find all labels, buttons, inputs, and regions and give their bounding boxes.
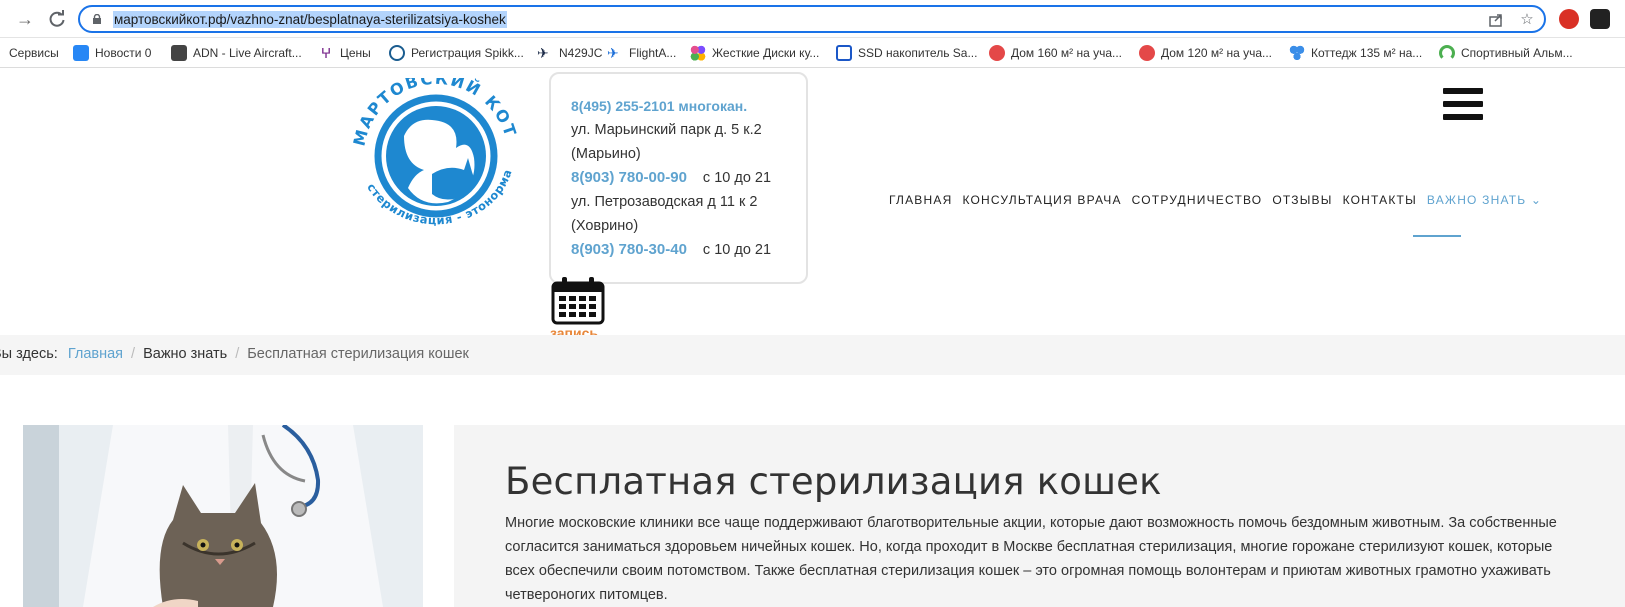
breadcrumb-current: Бесплатная стерилизация кошек <box>247 346 469 362</box>
phone-khovrino[interactable]: 8(903) 780-30-40 <box>571 241 687 258</box>
hamburger-menu-icon[interactable] <box>1443 88 1483 122</box>
article-line: четвероногих питомцев. <box>505 587 668 603</box>
contacts-card: 8(495) 255-2101 многокан. ул. Марьинский… <box>549 72 808 284</box>
vk-icon <box>73 45 89 61</box>
branch-icon: ⵖ <box>320 45 332 61</box>
hours-khovrino: с 10 до 21 <box>702 242 772 258</box>
share-icon[interactable] <box>1486 10 1506 30</box>
article-paragraph: Многие московские клиники все чаще подде… <box>505 511 1625 607</box>
bookmark-services[interactable]: Сервисы <box>9 45 59 61</box>
address-bar[interactable]: мартовскийкот.рф/vazhno-znat/besplatnaya… <box>78 5 1546 33</box>
menu-item-contacts[interactable]: КОНТАКТЫ <box>1343 193 1417 207</box>
bookmark-adn[interactable]: ADN - Live Aircraft... <box>171 45 302 61</box>
breadcrumb-home[interactable]: Главная <box>68 346 123 362</box>
globe-icon <box>389 45 405 61</box>
bookmark-ssd[interactable]: SSD накопитель Sa... <box>836 45 977 61</box>
article-card: Бесплатная стерилизация кошек Многие мос… <box>454 425 1625 607</box>
extension-hand-icon[interactable] <box>1559 9 1579 29</box>
red-circle-icon <box>989 45 1005 61</box>
article-line: Многие московские клиники все чаще подде… <box>505 515 1557 531</box>
dots-icon <box>690 45 706 61</box>
breadcrumb-separator: / <box>131 346 136 362</box>
forward-arrow-icon[interactable]: → <box>14 8 36 30</box>
bookmark-cottage[interactable]: Коттедж 135 м² на... <box>1289 45 1422 61</box>
plane-icon: ✈ <box>537 45 549 61</box>
bookmark-house-160[interactable]: Дом 160 м² на уча... <box>989 45 1122 61</box>
menu-item-important[interactable]: ВАЖНО ЗНАТЬ ⌄ <box>1427 193 1542 207</box>
menu-item-consultation[interactable]: КОНСУЛЬТАЦИЯ ВРАЧА <box>962 193 1121 207</box>
article-title: Бесплатная стерилизация кошек <box>505 460 1162 503</box>
arc-icon <box>1439 45 1455 61</box>
article-photo <box>23 425 423 607</box>
article-line: согласится заниматься здоровьем ничейных… <box>505 539 1553 555</box>
district-khovrino: (Ховрино) <box>571 218 639 234</box>
breadcrumb: Вы здесь: Главная / Важно знать / Бесплатная… <box>0 335 1625 375</box>
bookmarks-bar: Сервисы Новости 0 ADN - Live Aircraft...… <box>0 38 1625 68</box>
menu-item-home[interactable]: ГЛАВНАЯ <box>889 193 952 207</box>
bookmark-hdd[interactable]: Жесткие Диски ку... <box>690 45 819 61</box>
article-line: всех обеспечили своим потомством. Также … <box>505 563 1551 579</box>
bookmark-star-icon[interactable]: ☆ <box>1517 10 1537 30</box>
bookmark-vk-news[interactable]: Новости 0 <box>73 45 151 61</box>
red-circle-icon <box>1139 45 1155 61</box>
bookmark-n429jc[interactable]: ✈ N429JC <box>537 45 602 61</box>
bookmark-sport[interactable]: Спортивный Альм... <box>1439 45 1573 61</box>
calendar-icon[interactable] <box>551 277 605 325</box>
plane-site-icon <box>171 45 187 61</box>
extension-mask-icon[interactable] <box>1590 9 1610 29</box>
breadcrumb-prefix: Вы здесь: <box>0 346 58 362</box>
address-marino: ул. Марьинский парк д. 5 к.2 <box>571 122 762 138</box>
menu-item-cooperation[interactable]: СОТРУДНИЧЕСТВО <box>1132 193 1263 207</box>
menu-item-reviews[interactable]: ОТЗЫВЫ <box>1272 193 1332 207</box>
bookmark-prices[interactable]: ⵖ Цены <box>318 45 371 61</box>
phone-main[interactable]: 8(495) 255-2101 многокан. <box>571 94 806 118</box>
browser-toolbar: → мартовскийкот.рф/vazhno-znat/besplatna… <box>0 0 1625 38</box>
flightaware-icon: ✈ <box>607 45 619 61</box>
active-menu-indicator <box>1413 235 1461 237</box>
dots-icon <box>1289 45 1305 61</box>
phone-marino[interactable]: 8(903) 780-00-90 <box>571 169 687 186</box>
main-menu: ГЛАВНАЯ КОНСУЛЬТАЦИЯ ВРАЧА СОТРУДНИЧЕСТВО О… <box>889 191 1552 209</box>
bookmark-flightaware[interactable]: ✈ FlightA... <box>607 45 676 61</box>
address-khovrino: ул. Петрозаводская д 11 к 2 <box>571 194 758 210</box>
hours-marino: с 10 до 21 <box>702 170 772 186</box>
url-text[interactable]: мартовскийкот.рф/vazhno-znat/besplatnaya… <box>113 11 507 28</box>
breadcrumb-separator: / <box>235 346 240 362</box>
reload-icon[interactable] <box>46 8 68 30</box>
bookmark-spikk[interactable]: Регистрация Spikk... <box>389 45 524 61</box>
site-logo[interactable]: МАРТОВСКИЙ КОТ стерилизация - этонорма <box>352 78 520 233</box>
district-marino: (Марьино) <box>571 146 641 162</box>
breadcrumb-section[interactable]: Важно знать <box>143 346 227 362</box>
lock-icon <box>93 14 101 24</box>
ssd-icon <box>836 45 852 61</box>
bookmark-house-120[interactable]: Дом 120 м² на уча... <box>1139 45 1272 61</box>
